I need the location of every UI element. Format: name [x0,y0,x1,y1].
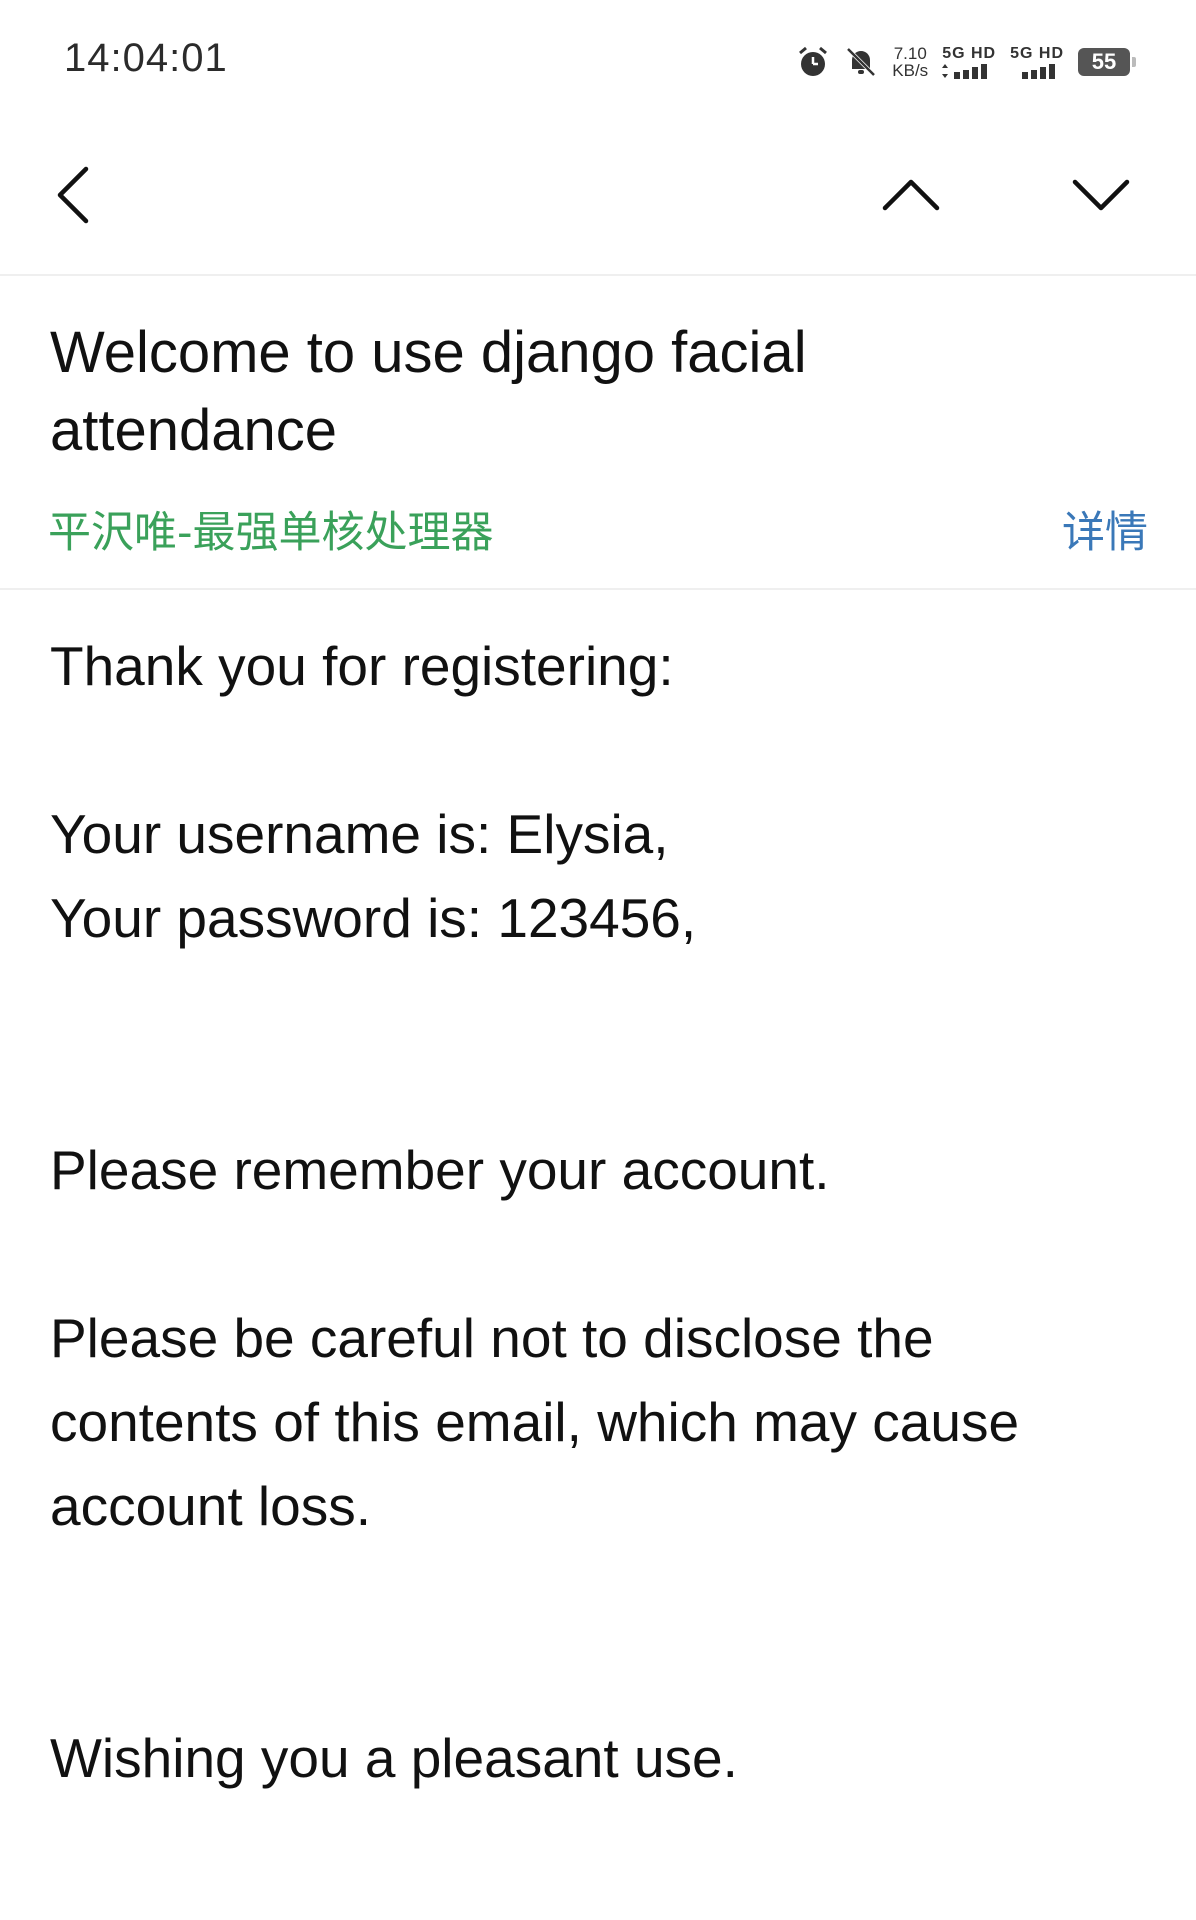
alarm-icon [799,46,828,76]
body-line-warning-3: account loss. [50,1475,372,1537]
battery-level: 55 [1091,49,1117,74]
next-email-button[interactable] [1056,150,1146,240]
body-line-thanks: Thank you for registering: [50,635,674,697]
previous-email-button[interactable] [866,150,956,240]
body-line-closing: Wishing you a pleasant use. [50,1727,738,1789]
net-speed-unit: KB/s [892,61,929,80]
body-line-username: Your username is: Elysia, [50,803,669,865]
body-line-warning-1: Please be careful not to disclose the [50,1307,934,1369]
chevron-left-icon [57,166,89,224]
email-sender[interactable]: 平沢唯-最强单核处理器 [48,498,494,560]
status-time: 14:04:01 [64,36,228,80]
email-subject: Welcome to use django facial attendance [50,320,807,463]
net-speed-value: 7.10 [893,44,927,63]
body-line-remember: Please remember your account. [50,1139,830,1201]
body-line-password: Your password is: 123456, [50,887,697,949]
signal-icon [1022,64,1056,79]
battery-icon: 55 [1078,48,1136,76]
network-speed: 7.10 KB/s [892,45,928,79]
chevron-up-icon [882,179,940,211]
signal-icon [942,64,988,79]
sim1-label: 5G HD [942,45,997,62]
sim1-signal: 5G HD [942,45,996,79]
chevron-down-icon [1072,179,1130,211]
email-header: Welcome to use django facial attendance … [0,276,1196,590]
status-bar: 14:04:01 7.10 KB/s 5G HD 5G HD 55 [0,0,1196,118]
sim2-label: 5G HD [1010,45,1064,62]
navigation-bar [0,118,1196,276]
status-icons: 7.10 KB/s 5G HD 5G HD 55 [796,40,1136,84]
details-link[interactable]: 详情 [1062,498,1148,560]
bell-muted-icon [846,47,876,77]
sim2-signal: 5G HD [1010,45,1064,79]
back-button[interactable] [30,150,120,240]
body-line-warning-2: contents of this email, which may cause [50,1391,1020,1453]
